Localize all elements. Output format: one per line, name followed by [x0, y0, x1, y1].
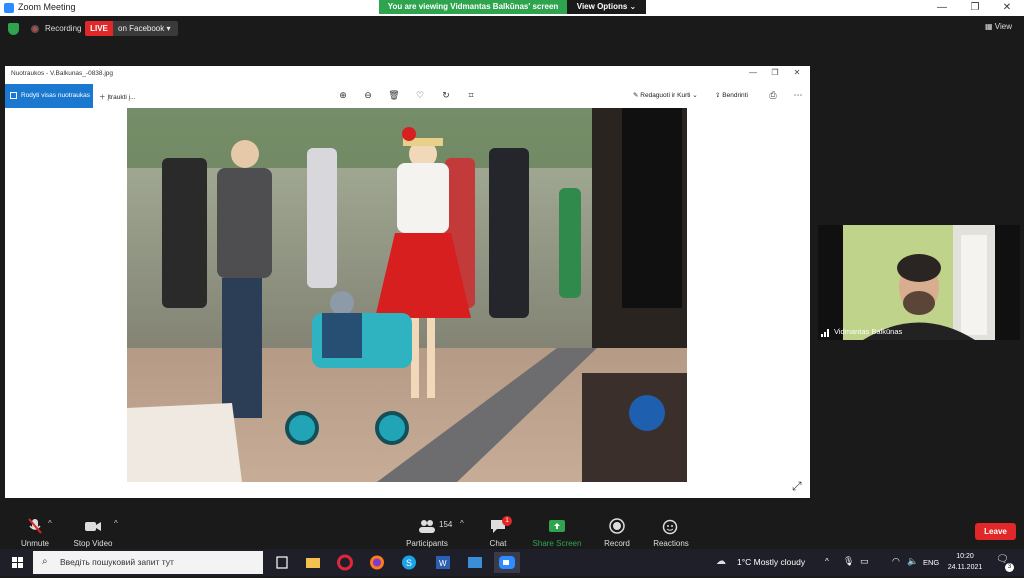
network-tray-icon[interactable]: ▭ — [860, 556, 869, 567]
window-title: Zoom Meeting — [18, 2, 76, 12]
taskbar-search-box[interactable]: ⌕ Введіть пошуковий запит тут — [33, 551, 263, 574]
see-all-photos-button[interactable]: Rodyti visas nuotraukas — [5, 84, 93, 108]
svg-text:W: W — [439, 559, 447, 568]
volume-icon[interactable]: 🔈 — [907, 556, 918, 567]
participant-video — [843, 225, 995, 340]
fullscreen-expand-icon[interactable]: ⤢ — [792, 479, 802, 494]
live-destination-dropdown[interactable]: on Facebook ▾ — [113, 21, 178, 36]
photos-taskbar-icon[interactable] — [462, 552, 488, 573]
svg-text:S: S — [406, 558, 412, 568]
share-screen-icon — [549, 520, 565, 532]
windows-taskbar: ⌕ Введіть пошуковий запит тут S W — [0, 549, 1024, 576]
participants-count: 154 — [439, 520, 453, 529]
security-shield-icon[interactable] — [8, 23, 19, 35]
view-options-button[interactable]: View Options ⌄ — [567, 0, 646, 14]
reactions-smiley-icon — [662, 519, 678, 535]
windows-start-icon[interactable] — [12, 557, 23, 568]
zoom-taskbar-icon[interactable] — [494, 552, 520, 573]
muted-microphone-icon — [28, 518, 42, 534]
weather-widget[interactable]: 1°C Mostly cloudy — [737, 557, 805, 567]
grid-icon: ▦ — [985, 22, 993, 31]
signal-strength-icon — [821, 329, 829, 337]
crop-icon[interactable]: ⌗ — [465, 89, 477, 101]
record-icon — [609, 518, 625, 534]
microphone-tray-icon[interactable]: 🎙 — [843, 556, 854, 567]
photos-window-title: Nuotraukos - V.Balkunas_-0838.jpg — [11, 70, 114, 77]
view-button[interactable]: ▦ View — [985, 22, 1012, 31]
clock-date: 24.11.2021 — [947, 564, 983, 571]
rotate-icon[interactable]: ↻ — [440, 89, 452, 101]
photos-icon — [10, 92, 17, 99]
share-button[interactable]: ⇪ Bendrinti — [715, 91, 748, 99]
chat-badge: 1 — [502, 516, 512, 526]
participants-icon — [419, 520, 435, 533]
taskbar-clock[interactable]: 10:20 24.11.2021 — [945, 551, 985, 573]
viewing-message: You are viewing Vidmantas Balkūnas' scre… — [379, 0, 567, 14]
search-icon: ⌕ — [42, 556, 48, 567]
zoom-app-icon — [4, 3, 14, 13]
video-options-chevron-icon[interactable]: ^ — [114, 519, 118, 528]
street-photo-image — [127, 108, 687, 482]
photos-minimize-button[interactable]: — — [743, 68, 763, 80]
leave-button[interactable]: Leave — [975, 523, 1016, 540]
participant-name: Vidmantas Balkūnas — [834, 327, 903, 336]
notification-count: 3 — [1005, 563, 1014, 572]
firefox-icon[interactable] — [364, 552, 390, 573]
edit-icon: ✎ — [633, 92, 639, 99]
delete-icon[interactable]: 🗑 — [388, 89, 400, 101]
word-icon[interactable]: W — [430, 552, 456, 573]
clock-time: 10:20 — [956, 553, 974, 560]
audio-options-chevron-icon[interactable]: ^ — [48, 519, 52, 528]
print-icon[interactable]: ⎙ — [767, 89, 779, 101]
opera-icon[interactable] — [332, 552, 358, 573]
street-photo — [127, 108, 687, 482]
weather-cloud-icon: ☁ — [716, 556, 726, 567]
language-indicator[interactable]: ENG — [923, 558, 939, 567]
maximize-button[interactable]: ❐ — [960, 0, 990, 16]
recording-icon — [31, 25, 39, 33]
share-icon: ⇪ — [715, 92, 721, 99]
participant-video-tile[interactable]: Vidmantas Balkūnas — [818, 225, 1020, 340]
webcam-image — [843, 225, 995, 340]
file-explorer-icon[interactable] — [300, 552, 326, 573]
recording-label: Recording — [45, 24, 82, 33]
zoom-out-icon[interactable]: ⊖ — [362, 89, 374, 101]
close-button[interactable]: ✕ — [992, 0, 1022, 16]
live-badge[interactable]: LIVE — [85, 21, 113, 36]
video-camera-icon — [85, 522, 101, 531]
tray-chevron-icon[interactable]: ^ — [825, 557, 829, 566]
photos-app-window: Nuotraukos - V.Balkunas_-0838.jpg — ❐ ✕ … — [5, 66, 810, 498]
photos-close-button[interactable]: ✕ — [787, 68, 807, 80]
more-options-icon[interactable]: ⋯ — [792, 89, 804, 101]
viewing-banner: You are viewing Vidmantas Balkūnas' scre… — [379, 0, 646, 14]
edit-create-button[interactable]: ✎ Redaguoti ir Kurti ⌄ — [633, 91, 698, 99]
skype-icon[interactable]: S — [396, 552, 422, 573]
reactions-button[interactable]: Reactions — [636, 517, 706, 548]
add-to-button[interactable]: ＋ Įtraukti į... — [99, 91, 136, 101]
favorite-icon[interactable]: ♡ — [414, 89, 426, 101]
task-view-icon[interactable] — [269, 552, 295, 573]
minimize-button[interactable]: — — [927, 0, 957, 16]
photos-maximize-button[interactable]: ❐ — [765, 68, 785, 80]
zoom-in-icon[interactable]: ⊕ — [337, 89, 349, 101]
wifi-icon[interactable]: ◠ — [892, 556, 900, 567]
